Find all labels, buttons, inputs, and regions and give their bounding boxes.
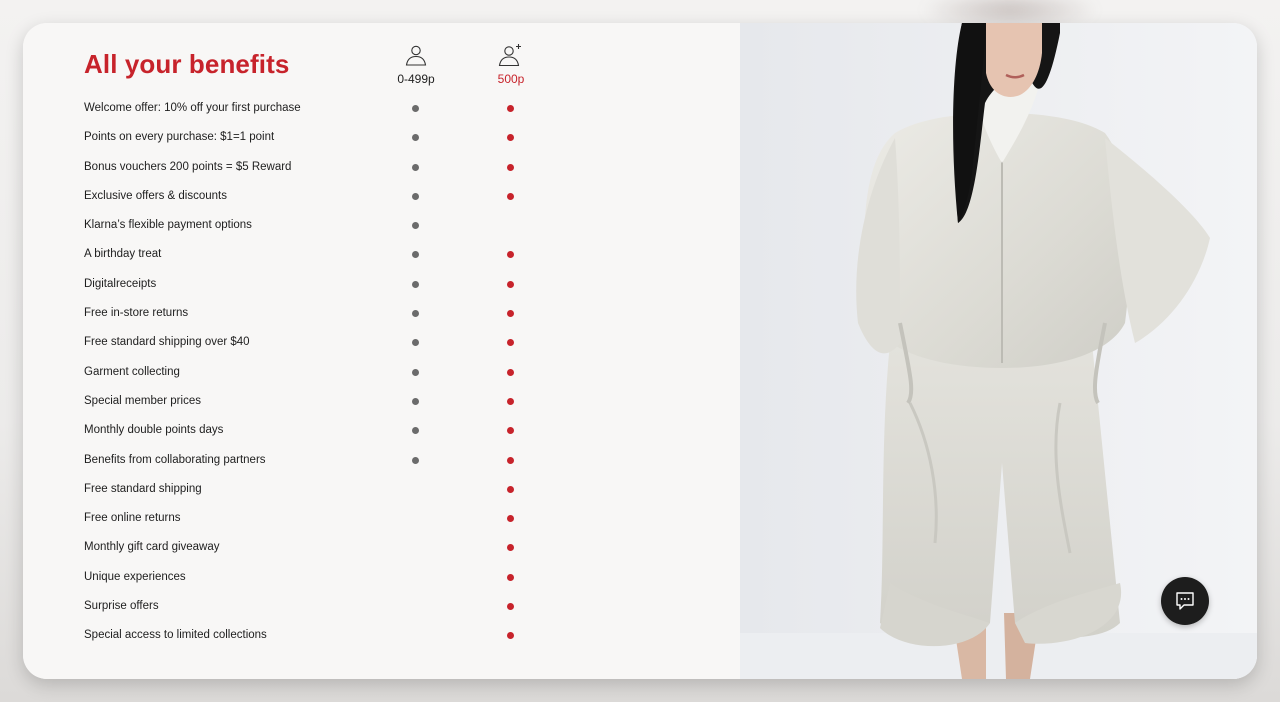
benefits-card: All your benefits 0-499p 500p Welcome of… (23, 23, 1257, 679)
chat-bubble-icon (1176, 592, 1194, 610)
benefit-label: Free standard shipping (84, 482, 202, 495)
tier-plus-header: 500p (481, 43, 541, 86)
tier-plus-dot (507, 456, 514, 464)
benefit-row: Benefits from collaborating partners (84, 446, 544, 475)
tier-plus-dot (507, 280, 514, 288)
tier-member-label: 0-499p (397, 72, 435, 86)
tier-plus-dot (507, 134, 514, 142)
tier-member-dot (412, 280, 419, 288)
benefit-row: A birthday treat (84, 240, 544, 269)
benefit-row: Exclusive offers & discounts (84, 182, 544, 211)
benefit-row: Surprise offers (84, 592, 544, 621)
benefit-label: Digitalreceipts (84, 277, 157, 290)
benefit-label: A birthday treat (84, 248, 162, 261)
tier-plus-dot (507, 544, 514, 552)
tier-member-dot (412, 427, 419, 435)
benefit-row: Special member prices (84, 387, 544, 416)
benefit-label: Free standard shipping over $40 (84, 336, 250, 349)
tier-plus-dot (507, 368, 514, 376)
benefit-label: Free online returns (84, 512, 181, 525)
tier-member-dot (412, 397, 419, 405)
tier-member-header: 0-499p (386, 43, 446, 86)
tier-member-dot (412, 339, 419, 347)
benefit-label: Special member prices (84, 394, 201, 407)
benefit-label: Unique experiences (84, 570, 186, 583)
benefit-label: Special access to limited collections (84, 629, 267, 642)
benefit-row: Free standard shipping (84, 475, 544, 504)
benefit-row: Special access to limited collections (84, 621, 544, 650)
benefit-row: Welcome offer: 10% off your first purcha… (84, 94, 544, 123)
tier-plus-dot (507, 163, 514, 171)
tier-member-dot (412, 105, 419, 112)
tier-plus-dot (507, 632, 514, 640)
tier-member-dot (412, 368, 419, 376)
tier-plus-dot (507, 397, 514, 405)
benefit-row: Free standard shipping over $40 (84, 328, 544, 357)
tier-member-dot (412, 222, 419, 230)
tier-plus-dot (507, 310, 514, 318)
tier-plus-dot (507, 427, 514, 435)
benefit-label: Klarna’s flexible payment options (84, 219, 252, 232)
tier-plus-dot (507, 515, 514, 523)
benefit-label: Benefits from collaborating partners (84, 453, 266, 466)
tier-member-dot (412, 192, 419, 200)
benefits-list: Welcome offer: 10% off your first purcha… (84, 94, 544, 651)
tier-plus-dot (507, 573, 514, 581)
benefit-label: Garment collecting (84, 365, 180, 378)
benefit-label: Free in-store returns (84, 307, 189, 320)
benefit-label: Bonus vouchers 200 points = $5 Reward (84, 160, 292, 173)
benefit-label: Welcome offer: 10% off your first purcha… (84, 102, 301, 114)
person-icon (405, 45, 427, 66)
tier-plus-dot (507, 192, 514, 200)
tier-member-dot (412, 134, 419, 142)
benefit-label: Points on every purchase: $1=1 point (84, 131, 275, 144)
benefit-row: Klarna’s flexible payment options (84, 211, 544, 240)
benefit-row: Garment collecting (84, 358, 544, 387)
tier-member-dot (412, 163, 419, 171)
benefits-title: All your benefits (84, 49, 290, 79)
benefits-panel: All your benefits 0-499p 500p Welcome of… (23, 23, 740, 679)
benefit-label: Exclusive offers & discounts (84, 189, 227, 202)
benefit-label: Surprise offers (84, 600, 159, 613)
benefit-row: Points on every purchase: $1=1 point (84, 123, 544, 152)
benefit-row: Monthly double points days (84, 416, 544, 445)
tier-plus-dot (507, 485, 514, 493)
tier-member-dot (412, 310, 419, 318)
benefit-label: Monthly double points days (84, 424, 224, 437)
benefit-row: Monthly gift card giveaway (84, 533, 544, 562)
benefit-row: Unique experiences (84, 563, 544, 592)
tier-member-dot (412, 251, 419, 259)
tier-member-dot (412, 456, 419, 464)
person-plus-icon (498, 44, 521, 67)
benefit-row: Digitalreceipts (84, 270, 544, 299)
tier-plus-dot (507, 339, 514, 347)
tier-plus-dot (507, 603, 514, 611)
tier-plus-label: 500p (497, 72, 525, 86)
tier-plus-dot (507, 105, 514, 112)
chat-button[interactable] (1161, 577, 1209, 625)
benefit-row: Free online returns (84, 504, 544, 533)
benefit-label: Monthly gift card giveaway (84, 541, 220, 554)
tier-plus-dot (507, 251, 514, 259)
benefit-row: Free in-store returns (84, 299, 544, 328)
benefit-row: Bonus vouchers 200 points = $5 Reward (84, 153, 544, 182)
